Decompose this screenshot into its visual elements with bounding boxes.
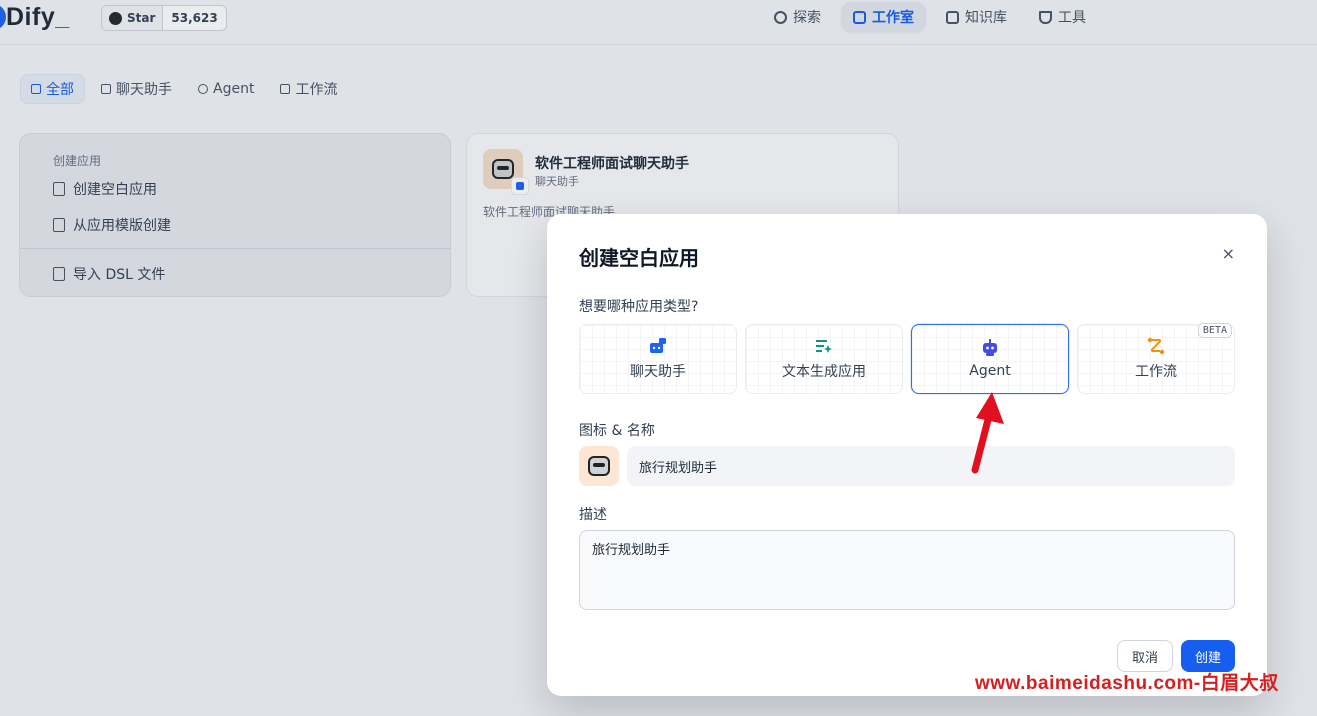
type-option-workflow[interactable]: BETA 工作流 xyxy=(1077,323,1235,394)
description-input[interactable]: 旅行规划助手 xyxy=(579,530,1235,610)
close-icon[interactable]: × xyxy=(1222,244,1235,263)
dialog-title: 创建空白应用 xyxy=(579,246,699,270)
app-type-question: 想要哪种应用类型? xyxy=(579,299,699,315)
type-option-chat-label: 聊天助手 xyxy=(630,364,686,380)
icon-name-label: 图标 & 名称 xyxy=(579,423,655,439)
chat-bot-icon xyxy=(650,338,666,353)
app-name-input[interactable] xyxy=(627,446,1235,486)
watermark-text: www.baimeidashu.com-白眉大叔 xyxy=(975,673,1279,694)
create-blank-app-dialog: 创建空白应用 × 想要哪种应用类型? 聊天助手 文本生成应用 Agent BET… xyxy=(547,214,1267,696)
type-option-text-generation-label: 文本生成应用 xyxy=(782,364,866,380)
type-option-agent-label: Agent xyxy=(969,363,1011,379)
text-generation-icon xyxy=(816,340,832,353)
app-type-options: 聊天助手 文本生成应用 Agent BETA 工作流 xyxy=(579,323,1235,394)
robot-avatar-icon xyxy=(588,456,610,476)
page: Dify_ Star 53,623 探索 工作室 知识库 工具 全部 聊天助手 … xyxy=(0,0,1317,716)
type-option-workflow-label: 工作流 xyxy=(1135,364,1177,380)
agent-robot-icon xyxy=(983,339,997,356)
beta-badge: BETA xyxy=(1197,323,1232,338)
annotation-arrow xyxy=(971,392,1004,474)
workflow-icon xyxy=(1147,337,1165,355)
type-option-chat[interactable]: 聊天助手 xyxy=(579,324,737,394)
type-option-agent[interactable]: Agent xyxy=(911,324,1069,394)
type-option-text-generation[interactable]: 文本生成应用 xyxy=(745,324,903,394)
app-icon-picker[interactable] xyxy=(579,446,619,486)
description-label: 描述 xyxy=(579,507,607,523)
